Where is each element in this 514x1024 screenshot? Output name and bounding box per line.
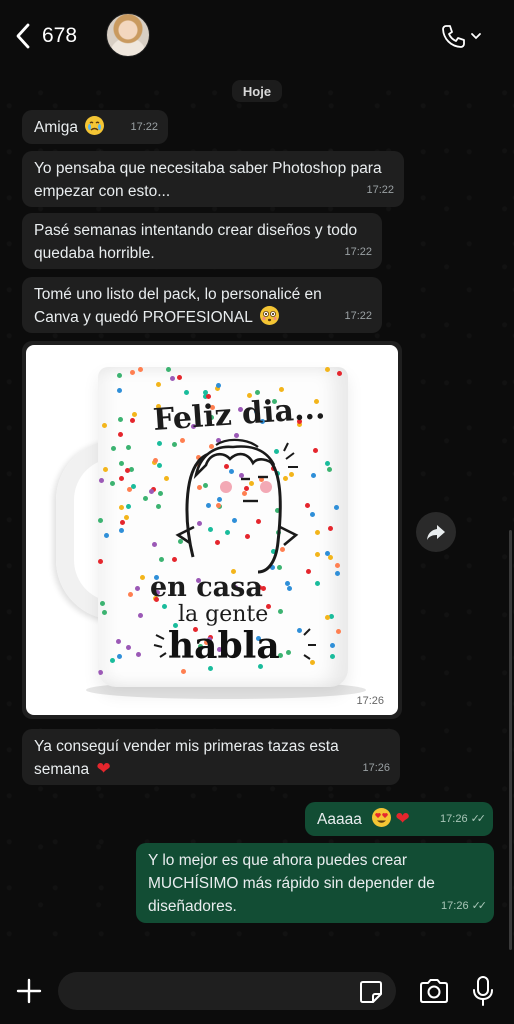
message-time: 17:22 <box>344 310 372 322</box>
message-bubble-outgoing[interactable]: Y lo mejor es que ahora puedes crear MUC… <box>136 843 494 923</box>
camera-icon <box>420 979 448 1003</box>
chevron-left-icon <box>16 23 30 49</box>
attach-button[interactable] <box>14 976 44 1006</box>
message-time: 17:26 <box>440 813 468 825</box>
red-heart-icon: ❤ <box>96 759 111 779</box>
date-chip: Hoje <box>232 80 282 102</box>
double-check-icon: ✓✓ <box>471 900 488 912</box>
message-status: 17:26 ✓✓ <box>441 895 488 918</box>
message-input[interactable] <box>58 972 396 1010</box>
red-heart-icon: ❤ <box>395 809 410 829</box>
message-text: Aaaaa <box>317 811 362 828</box>
forward-button[interactable] <box>416 512 456 552</box>
flushed-face-icon <box>259 306 279 329</box>
camera-button[interactable] <box>418 977 450 1005</box>
message-bubble-outgoing[interactable]: Aaaaa ❤ 17:26 ✓✓ <box>305 802 493 836</box>
crying-face-icon <box>85 116 105 139</box>
forward-arrow-icon <box>427 525 445 540</box>
microphone-button[interactable] <box>470 975 496 1007</box>
chat-header: 678 <box>0 0 514 70</box>
message-text: Y lo mejor es que ahora puedes crear MUC… <box>148 852 435 915</box>
message-text: Yo pensaba que necesitaba saber Photosho… <box>34 160 382 200</box>
message-text: Amiga <box>34 119 78 136</box>
message-text: Pasé semanas intentando crear diseños y … <box>34 222 358 262</box>
sticker-icon <box>360 981 382 1003</box>
mug-text-line-1: en casa <box>150 572 263 603</box>
message-text: Ya conseguí vender mis primeras tazas es… <box>34 738 339 778</box>
back-button[interactable]: 678 <box>14 22 84 50</box>
mug-image[interactable]: Feliz dia... en casa la gente habla 17:2… <box>26 345 398 715</box>
message-time: 17:22 <box>366 184 394 196</box>
mug-text-line-3: habla <box>168 625 280 667</box>
message-time: 17:22 <box>130 121 158 133</box>
contact-name[interactable]: 678 <box>42 24 77 48</box>
message-bubble[interactable]: Tomé uno listo del pack, lo personalicé … <box>22 277 382 333</box>
image-message[interactable]: Feliz dia... en casa la gente habla 17:2… <box>22 341 402 719</box>
message-time: 17:22 <box>344 246 372 258</box>
chevron-down-icon <box>471 33 481 40</box>
mug-body: Feliz dia... en casa la gente habla <box>98 367 348 687</box>
message-time: 17:26 <box>441 900 469 912</box>
call-button[interactable] <box>440 22 490 50</box>
heart-eyes-face-icon <box>372 808 392 831</box>
chat-screen: 678 Hoje Amiga 17:22 Yo pensaba que nece… <box>0 0 514 1024</box>
message-bubble[interactable]: Pasé semanas intentando crear diseños y … <box>22 213 382 269</box>
message-bubble[interactable]: Amiga 17:22 <box>22 110 168 144</box>
mug-text-line-2: la gente <box>178 602 269 627</box>
message-status: 17:26 ✓✓ <box>440 808 487 831</box>
microphone-icon <box>473 976 493 1006</box>
message-bubble[interactable]: Ya conseguí vender mis primeras tazas es… <box>22 729 400 785</box>
scrollbar[interactable] <box>509 530 512 950</box>
plus-icon <box>16 978 42 1004</box>
double-check-icon: ✓✓ <box>470 813 487 825</box>
message-time: 17:26 <box>362 762 390 774</box>
message-time: 17:26 <box>356 695 384 707</box>
message-text: Tomé uno listo del pack, lo personalicé … <box>34 286 322 326</box>
phone-icon <box>442 25 465 48</box>
sticker-button[interactable] <box>358 979 384 1005</box>
avatar[interactable] <box>106 13 150 57</box>
message-bubble[interactable]: Yo pensaba que necesitaba saber Photosho… <box>22 151 404 207</box>
